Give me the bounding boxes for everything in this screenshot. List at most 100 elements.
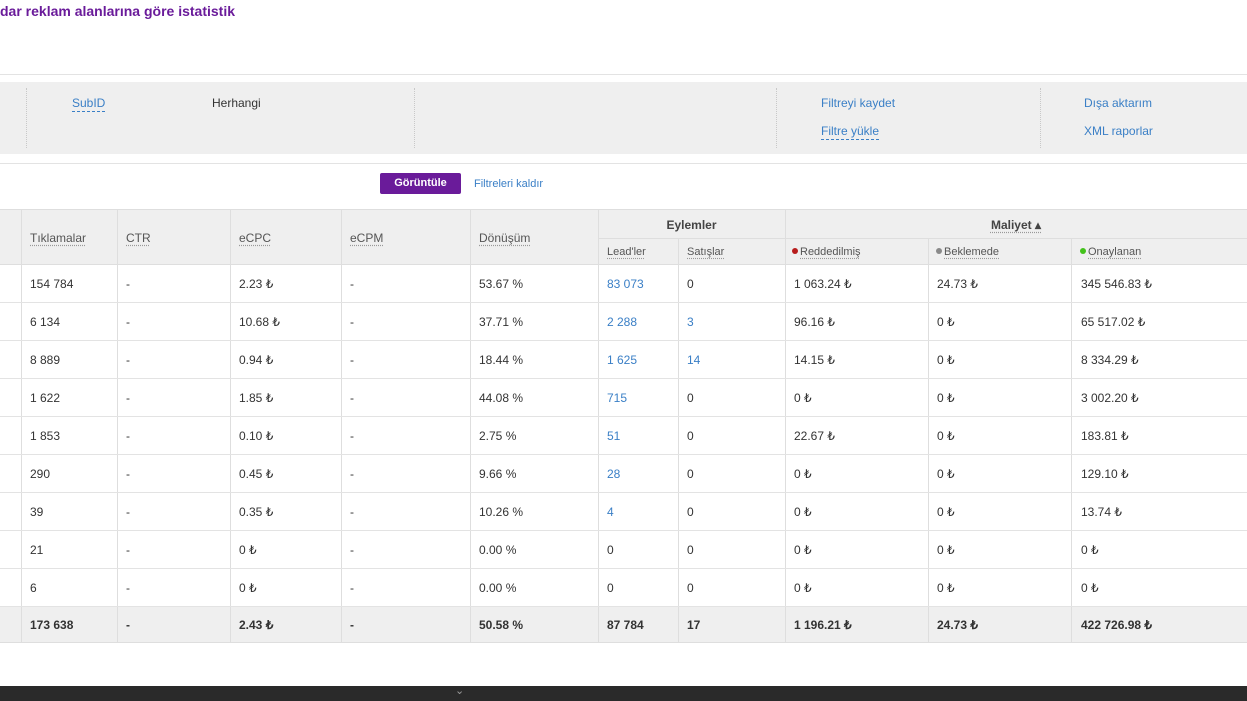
cell-conversion: 10.26 % bbox=[479, 505, 524, 519]
divider bbox=[1071, 455, 1072, 492]
cell-clicks: 6 bbox=[30, 581, 37, 595]
subid-filter-link[interactable]: SubID bbox=[72, 96, 106, 112]
cell-approved: 0 ₺ bbox=[1081, 581, 1099, 595]
column-header-sales[interactable]: Satışlar bbox=[687, 246, 724, 258]
divider bbox=[1071, 607, 1072, 642]
divider bbox=[678, 238, 679, 265]
cell-leads[interactable]: 2 288 bbox=[607, 315, 637, 329]
divider bbox=[470, 379, 471, 416]
cell-ecpm: - bbox=[350, 618, 354, 632]
cell-ecpm: - bbox=[350, 353, 354, 367]
column-header-ecpc[interactable]: eCPC bbox=[239, 231, 271, 245]
pending-status-dot-icon bbox=[936, 248, 942, 254]
divider bbox=[341, 607, 342, 642]
cell-ctr: - bbox=[126, 429, 130, 443]
cell-conversion: 53.67 % bbox=[479, 277, 524, 291]
column-header-ctr[interactable]: CTR bbox=[126, 231, 151, 245]
cell-leads[interactable]: 51 bbox=[607, 429, 620, 443]
divider bbox=[21, 303, 22, 340]
subid-filter-value: Herhangi bbox=[212, 96, 261, 110]
divider bbox=[341, 379, 342, 416]
cell-ecpc: 0.10 ₺ bbox=[239, 429, 274, 443]
divider bbox=[1071, 303, 1072, 340]
divider bbox=[230, 209, 231, 265]
cell-leads: 0 bbox=[607, 543, 614, 557]
divider bbox=[928, 531, 929, 568]
divider bbox=[470, 531, 471, 568]
table-row: 1 622 - 1.85 ₺ - 44.08 % 715 0 0 ₺ 0 ₺ 3 002.20 ₺ bbox=[0, 379, 1247, 417]
divider bbox=[928, 417, 929, 454]
divider bbox=[598, 341, 599, 378]
divider bbox=[0, 163, 1247, 164]
cell-ecpc: 2.43 ₺ bbox=[239, 618, 274, 632]
divider bbox=[678, 569, 679, 606]
divider bbox=[117, 493, 118, 530]
divider bbox=[117, 417, 118, 454]
divider bbox=[21, 531, 22, 568]
cell-sales[interactable]: 14 bbox=[687, 353, 700, 367]
cell-ecpm: - bbox=[350, 429, 354, 443]
cell-clicks: 1 622 bbox=[30, 391, 61, 405]
divider bbox=[678, 265, 679, 302]
divider bbox=[928, 341, 929, 378]
rejected-status-dot-icon bbox=[792, 248, 798, 254]
divider bbox=[341, 493, 342, 530]
divider bbox=[1071, 493, 1072, 530]
clear-filters-link[interactable]: Filtreleri kaldır bbox=[474, 178, 543, 190]
cell-pending: 0 ₺ bbox=[937, 543, 955, 557]
divider bbox=[678, 607, 679, 642]
divider bbox=[230, 455, 231, 492]
cell-leads[interactable]: 28 bbox=[607, 467, 620, 481]
column-group-cost[interactable]: Maliyet ▴ bbox=[785, 218, 1247, 232]
column-header-leads[interactable]: Lead'ler bbox=[607, 246, 646, 258]
xml-reports-link[interactable]: XML raporlar bbox=[1084, 124, 1153, 138]
cell-leads[interactable]: 715 bbox=[607, 391, 627, 405]
cell-leads[interactable]: 83 073 bbox=[607, 277, 644, 291]
divider bbox=[341, 303, 342, 340]
divider bbox=[470, 607, 471, 642]
table-row: 154 784 - 2.23 ₺ - 53.67 % 83 073 0 1 063.24 ₺ 2… bbox=[0, 265, 1247, 303]
cell-sales[interactable]: 3 bbox=[687, 315, 694, 329]
cell-pending: 0 ₺ bbox=[937, 353, 955, 367]
bottom-bar: ⌄ bbox=[0, 684, 1247, 701]
divider bbox=[0, 74, 1247, 75]
divider bbox=[117, 303, 118, 340]
cell-pending: 0 ₺ bbox=[937, 391, 955, 405]
show-button[interactable]: Görüntüle bbox=[380, 173, 461, 194]
cell-conversion: 0.00 % bbox=[479, 543, 517, 557]
cell-approved: 183.81 ₺ bbox=[1081, 429, 1129, 443]
cell-ecpm: - bbox=[350, 391, 354, 405]
cell-leads[interactable]: 4 bbox=[607, 505, 614, 519]
cell-sales: 0 bbox=[687, 543, 694, 557]
cell-ecpc: 0.45 ₺ bbox=[239, 467, 274, 481]
page-title: dar reklam alanlarına göre istatistik bbox=[0, 3, 235, 19]
cell-conversion: 0.00 % bbox=[479, 581, 517, 595]
column-header-rejected[interactable]: Reddedilmiş bbox=[792, 246, 861, 258]
cell-approved: 8 334.29 ₺ bbox=[1081, 353, 1139, 367]
divider bbox=[341, 455, 342, 492]
cell-leads[interactable]: 1 625 bbox=[607, 353, 637, 367]
save-filter-link[interactable]: Filtreyi kaydet bbox=[821, 96, 895, 110]
column-header-ecpm[interactable]: eCPM bbox=[350, 231, 383, 245]
divider bbox=[928, 493, 929, 530]
divider bbox=[928, 379, 929, 416]
cell-approved: 422 726.98 ₺ bbox=[1081, 618, 1153, 632]
chevron-down-icon[interactable]: ⌄ bbox=[455, 684, 464, 697]
divider bbox=[1071, 238, 1072, 265]
cell-clicks: 8 889 bbox=[30, 353, 61, 367]
column-header-clicks[interactable]: Tıklamalar bbox=[30, 231, 86, 245]
divider bbox=[776, 88, 777, 148]
divider bbox=[117, 379, 118, 416]
export-link[interactable]: Dışa aktarım bbox=[1084, 96, 1152, 110]
divider bbox=[117, 209, 118, 265]
divider bbox=[928, 238, 929, 265]
filter-panel: SubID Herhangi Filtreyi kaydet Filtre yü… bbox=[0, 82, 1247, 154]
divider bbox=[678, 493, 679, 530]
cell-ecpm: - bbox=[350, 467, 354, 481]
divider bbox=[598, 303, 599, 340]
load-filter-link[interactable]: Filtre yükle bbox=[821, 124, 880, 140]
divider bbox=[21, 417, 22, 454]
column-header-conversion[interactable]: Dönüşüm bbox=[479, 231, 530, 245]
column-header-pending[interactable]: Beklemede bbox=[936, 246, 999, 258]
column-header-approved[interactable]: Onaylanan bbox=[1080, 246, 1141, 258]
